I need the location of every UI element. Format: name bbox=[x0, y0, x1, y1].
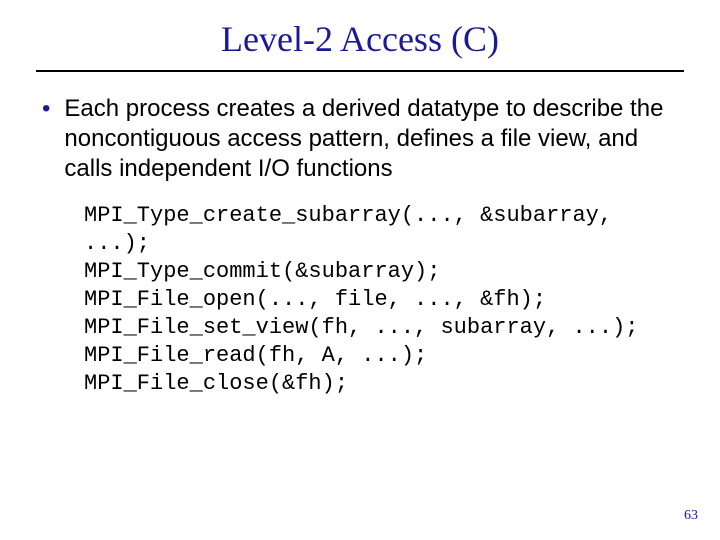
code-line: ...); bbox=[84, 231, 150, 256]
page-number: 63 bbox=[684, 508, 698, 524]
title-divider bbox=[36, 70, 684, 72]
bullet-marker-icon: • bbox=[42, 94, 50, 124]
code-line: MPI_File_close(&fh); bbox=[84, 371, 348, 396]
code-block: MPI_Type_create_subarray(..., &subarray,… bbox=[84, 202, 684, 398]
code-line: MPI_Type_commit(&subarray); bbox=[84, 259, 440, 284]
bullet-text: Each process creates a derived datatype … bbox=[64, 94, 684, 184]
code-line: MPI_File_read(fh, A, ...); bbox=[84, 343, 427, 368]
code-line: MPI_File_open(..., file, ..., &fh); bbox=[84, 287, 546, 312]
code-line: MPI_Type_create_subarray(..., &subarray, bbox=[84, 203, 612, 228]
slide: Level-2 Access (C) • Each process create… bbox=[0, 0, 720, 540]
bullet-item: • Each process creates a derived datatyp… bbox=[42, 94, 684, 184]
slide-title: Level-2 Access (C) bbox=[36, 18, 684, 60]
code-line: MPI_File_set_view(fh, ..., subarray, ...… bbox=[84, 315, 639, 340]
